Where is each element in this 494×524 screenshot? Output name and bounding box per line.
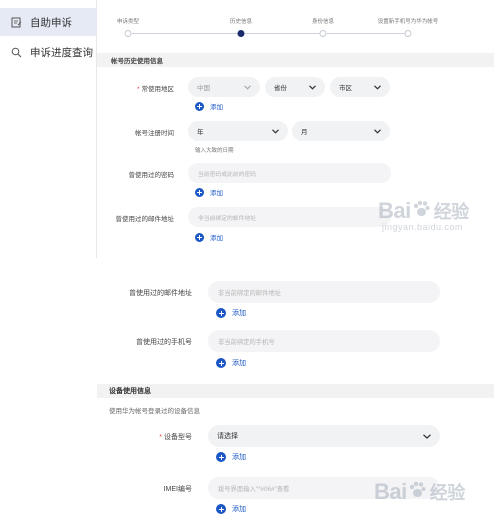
device-model-select[interactable]: 请选择 [208, 425, 440, 447]
chevron-down-icon [374, 128, 381, 134]
sidebar-item-appeal-progress[interactable]: 申诉进度查询 [0, 38, 97, 66]
add-label: 添加 [232, 360, 246, 367]
add-label: 添加 [232, 310, 246, 317]
paw-icon [412, 198, 430, 224]
chevron-down-icon [309, 84, 316, 90]
step-dot [124, 30, 132, 37]
step-dot [319, 30, 327, 37]
province-value: 省份 [274, 85, 287, 92]
step-label-new-phone: 设置新手机号为华为帐号 [377, 19, 439, 25]
appeal-form-bottom-panel: 曾使用过的邮件地址 非当前绑定的邮件地址 添加 曾使用过的手机号 非当前绑定的手… [0, 271, 494, 524]
required-mark: * [159, 434, 162, 441]
search-icon [6, 47, 26, 58]
old-phone-label: 曾使用过的手机号 [136, 339, 192, 346]
device-model-label: * 设备型号 [108, 432, 192, 442]
old-phone-input[interactable]: 非当前绑定的手机号 [208, 330, 440, 352]
section-title-device-info: 设备使用信息 [97, 384, 494, 398]
step-label-history-info: 历史信息 [229, 19, 253, 25]
chevron-down-icon [423, 433, 431, 439]
step-label-identity-info: 身份信息 [311, 19, 335, 25]
watermark-jingyan: 经验 [433, 202, 470, 222]
country-select[interactable]: 中国 [188, 77, 260, 97]
plus-icon [195, 187, 204, 197]
add-label: 添加 [232, 454, 246, 461]
step-connector [245, 33, 320, 34]
step-connector [132, 33, 238, 34]
city-select[interactable]: 市区 [330, 77, 390, 97]
month-value: 月 [301, 129, 308, 136]
sidebar-item-label: 自助申诉 [30, 16, 72, 29]
plus-icon [195, 232, 204, 242]
edit-document-icon [6, 17, 26, 28]
plus-icon [216, 504, 226, 514]
add-region-button[interactable]: 添加 [195, 101, 223, 111]
old-password-label: 曾使用过的密码 [128, 172, 175, 179]
region-label: * 常使用地区 [108, 83, 174, 93]
required-mark: * [136, 86, 140, 93]
city-value: 市区 [339, 85, 352, 92]
chevron-down-icon [374, 84, 381, 90]
register-year-select[interactable]: 年 [188, 121, 288, 141]
appeal-form-top-panel: 自助申诉 申诉进度查询 申诉类型 历史信息 身份信息 设置新手机号为华为帐号 帐… [0, 0, 494, 258]
sidebar: 自助申诉 申诉进度查询 [0, 0, 97, 258]
sidebar-item-label: 申诉进度查询 [30, 46, 93, 59]
country-value: 中国 [197, 85, 210, 92]
register-time-label: 帐号注册时间 [135, 130, 174, 137]
device-model-label-text: 设备型号 [164, 434, 192, 441]
add-label: 添加 [232, 506, 246, 513]
plus-icon [216, 308, 226, 318]
region-label-text: 常使用地区 [141, 86, 175, 93]
year-value: 年 [197, 129, 204, 136]
add-imei-button[interactable]: 添加 [216, 504, 246, 514]
add-label: 添加 [210, 190, 223, 197]
old-email-label: 曾使用过的邮件地址 [129, 290, 192, 297]
province-select[interactable]: 省份 [265, 77, 325, 97]
register-month-select[interactable]: 月 [292, 121, 390, 141]
old-email-label: 曾使用过的邮件地址 [115, 216, 175, 223]
imei-input[interactable]: 拨号界面输入"*#06#"查看 [208, 477, 440, 499]
device-section-subtitle: 使用华为帐号登录过的设备信息 [109, 408, 200, 415]
register-time-hint: 输入大致的日期 [195, 148, 234, 154]
old-email-input[interactable]: 非当前绑定的邮件地址 [208, 281, 440, 303]
add-email-button[interactable]: 添加 [195, 232, 223, 242]
device-model-value: 请选择 [217, 433, 238, 440]
imei-label: IMEI编号 [163, 486, 192, 493]
section-title-account-history: 帐号历史使用信息 [97, 53, 494, 67]
step-dot [404, 30, 412, 37]
step-connector [327, 33, 405, 34]
add-password-button[interactable]: 添加 [195, 187, 223, 197]
add-email-button[interactable]: 添加 [216, 308, 246, 318]
add-label: 添加 [210, 104, 223, 111]
watermark-url: jingyan.baidu.com [382, 222, 464, 232]
step-progress-bar: 申诉类型 历史信息 身份信息 设置新手机号为华为帐号 [108, 17, 438, 45]
plus-icon [216, 358, 226, 368]
chevron-down-icon [272, 128, 279, 134]
step-label-appeal-type: 申诉类型 [116, 19, 140, 25]
baidu-watermark: Bai 经验 jingyan.baidu.com [378, 198, 469, 232]
old-email-input[interactable]: 非当前绑定的邮件地址 [188, 207, 391, 227]
plus-icon [195, 101, 204, 111]
sidebar-item-self-appeal[interactable]: 自助申诉 [0, 8, 97, 36]
chevron-down-icon [244, 84, 251, 90]
step-dot-active [237, 30, 245, 37]
plus-icon [216, 452, 226, 462]
add-device-button[interactable]: 添加 [216, 452, 246, 462]
add-label: 添加 [210, 235, 223, 242]
add-phone-button[interactable]: 添加 [216, 358, 246, 368]
old-password-input[interactable]: 当前密码或此前的密码 [188, 163, 391, 183]
